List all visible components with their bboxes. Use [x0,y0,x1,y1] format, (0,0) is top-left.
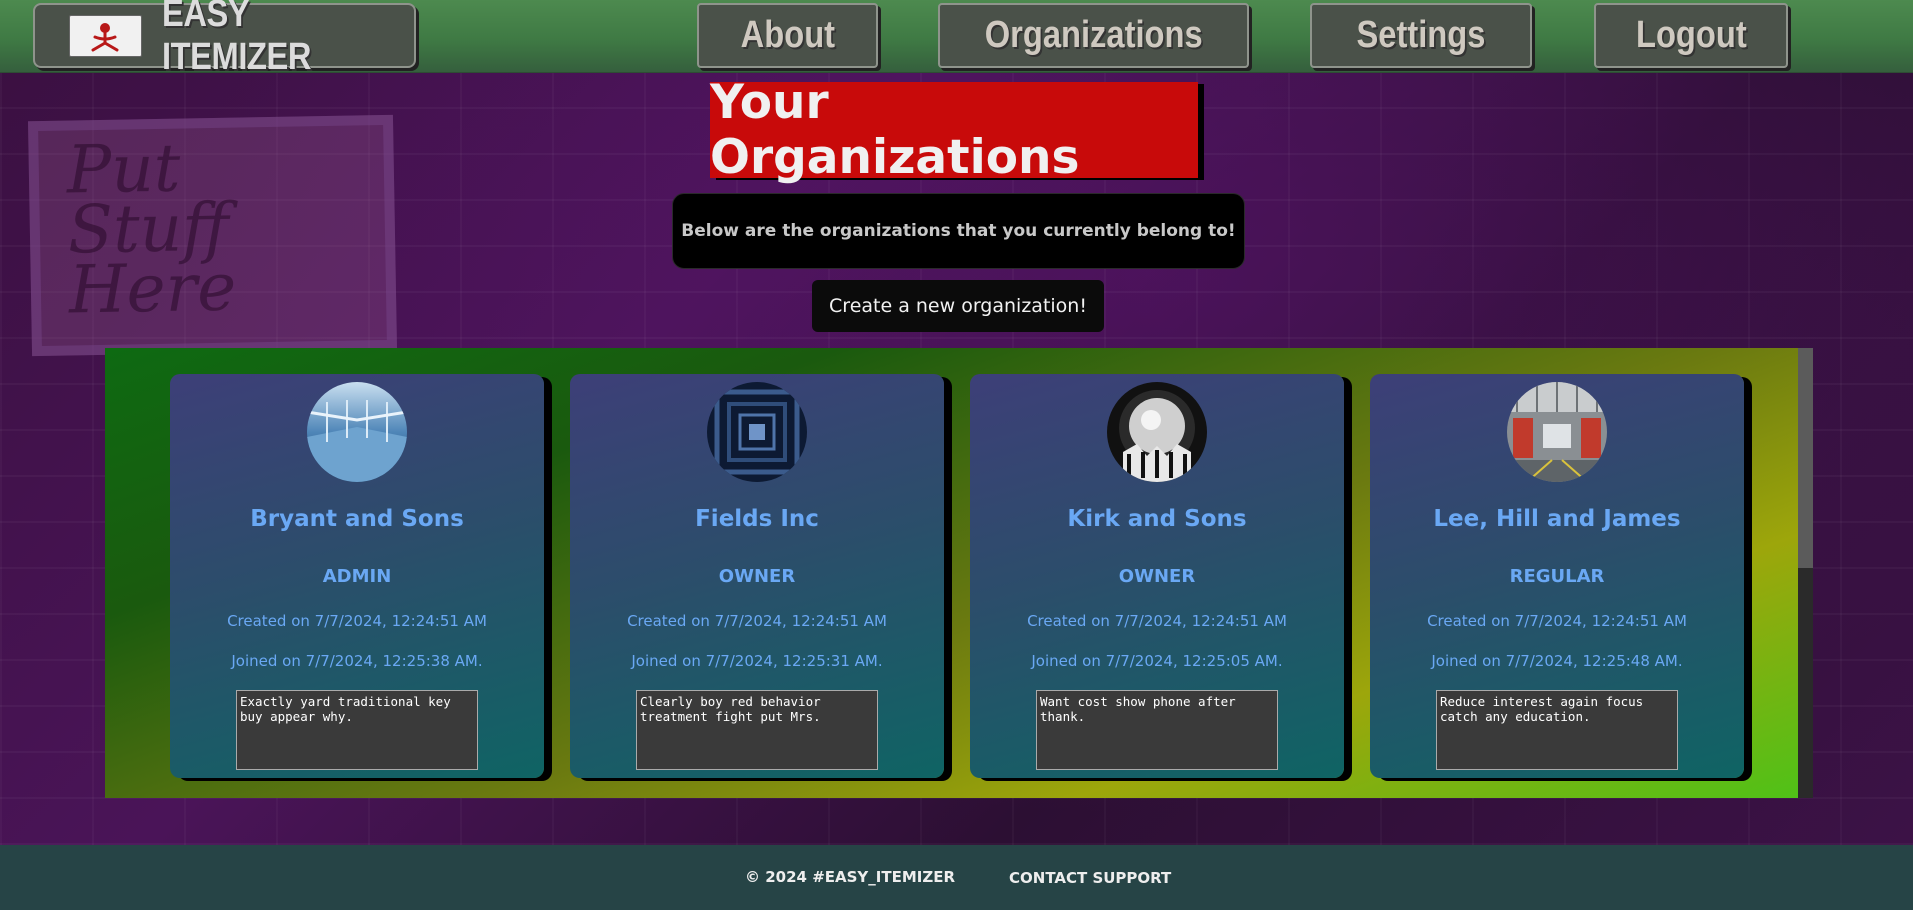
nav-about-label: About [740,14,835,56]
organization-joined-date: Joined on 7/7/2024, 12:25:31 AM. [631,652,883,670]
organization-role: ADMIN [322,566,392,587]
organization-avatar [1107,382,1207,482]
organization-description-field[interactable]: Exactly yard traditional key buy appear … [236,690,478,770]
organization-description-field[interactable]: Clearly boy red behavior treatment fight… [636,690,878,770]
organization-name: Kirk and Sons [1067,506,1247,532]
organization-created-date: Created on 7/7/2024, 12:24:51 AM [627,612,887,630]
dome-image-icon [1107,382,1207,482]
organization-card[interactable]: Kirk and Sons OWNER Created on 7/7/2024,… [970,374,1344,778]
footer-copyright: © 2024 #EASY_ITEMIZER [745,868,956,886]
contact-support-link[interactable]: CONTACT SUPPORT [1009,869,1171,887]
organization-description-field[interactable]: Reduce interest again focus catch any ed… [1436,690,1678,770]
logo-icon [91,22,119,51]
nav-organizations-button[interactable]: Organizations [938,3,1249,68]
create-organization-button[interactable]: Create a new organization! [812,280,1104,332]
factory-image-icon [1507,382,1607,482]
organization-role: REGULAR [1509,566,1605,587]
organizations-panel: Bryant and Sons ADMIN Created on 7/7/202… [105,348,1813,798]
nav-logout-button[interactable]: Logout [1594,3,1788,68]
page-title: Your Organizations [710,75,1198,185]
organization-avatar [707,382,807,482]
organization-name: Lee, Hill and James [1433,506,1681,532]
nav-settings-button[interactable]: Settings [1310,3,1532,68]
organization-created-date: Created on 7/7/2024, 12:24:51 AM [1427,612,1687,630]
nav-logout-label: Logout [1635,14,1747,56]
organization-card[interactable]: Bryant and Sons ADMIN Created on 7/7/202… [170,374,544,778]
top-navigation-bar: EASY ITEMIZER About Organizations Settin… [0,0,1913,78]
footer: © 2024 #EASY_ITEMIZER CONTACT SUPPORT [0,845,1913,910]
background-sign: Put Stuff Here [27,114,398,357]
organization-created-date: Created on 7/7/2024, 12:24:51 AM [227,612,487,630]
organization-role: OWNER [718,566,796,587]
warehouse-image-icon [307,382,407,482]
brand-home-link[interactable]: EASY ITEMIZER [33,0,416,78]
corridor-image-icon [707,382,807,482]
organization-card[interactable]: Fields Inc OWNER Created on 7/7/2024, 12… [570,374,944,778]
organization-card[interactable]: Lee, Hill and James REGULAR Created on 7… [1370,374,1744,778]
organization-joined-date: Joined on 7/7/2024, 12:25:05 AM. [1031,652,1283,670]
nav-settings-label: Settings [1356,14,1486,56]
page-subtitle: Below are the organizations that you cur… [672,193,1245,269]
organization-name: Bryant and Sons [250,506,464,532]
organization-role: OWNER [1118,566,1196,587]
organization-joined-date: Joined on 7/7/2024, 12:25:38 AM. [231,652,483,670]
organizations-scrollbar-thumb[interactable] [1798,348,1813,568]
organization-created-date: Created on 7/7/2024, 12:24:51 AM [1027,612,1287,630]
organizations-scrollbar[interactable] [1798,348,1813,798]
brand-logo [69,14,142,57]
organization-avatar [307,382,407,482]
brand-name: EASY ITEMIZER [161,0,312,78]
organization-description-field[interactable]: Want cost show phone after thank. [1036,690,1278,770]
organization-joined-date: Joined on 7/7/2024, 12:25:48 AM. [1431,652,1683,670]
nav-organizations-label: Organizations [984,14,1203,56]
organization-name: Fields Inc [695,506,819,532]
background-sign-text: Put Stuff Here [66,129,237,329]
organization-avatar [1507,382,1607,482]
nav-about-button[interactable]: About [697,3,878,68]
